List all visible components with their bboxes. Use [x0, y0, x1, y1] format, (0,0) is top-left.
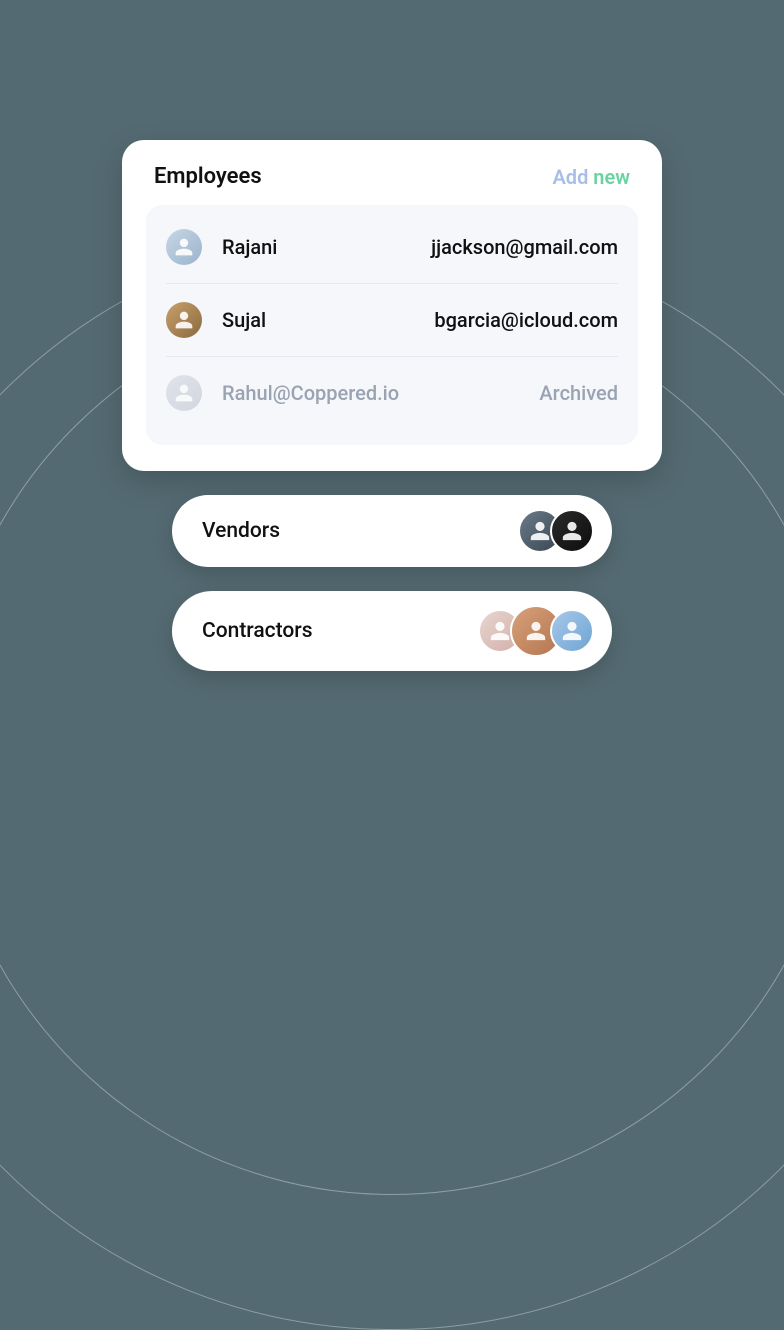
vendors-pill[interactable]: Vendors	[172, 495, 612, 567]
person-icon	[174, 237, 194, 257]
employee-row[interactable]: Sujal bgarcia@icloud.com	[166, 283, 618, 356]
archived-label: Archived	[539, 381, 618, 405]
person-icon	[174, 383, 194, 403]
employees-list: Rajani jjackson@gmail.com Sujal bgarcia@…	[146, 205, 638, 445]
avatar	[550, 609, 594, 653]
vendors-avatars	[518, 509, 594, 553]
avatar	[550, 509, 594, 553]
employees-title: Employees	[154, 164, 262, 189]
employee-name: Rahul@Coppered.io	[222, 381, 399, 405]
add-new-text-2: new	[588, 165, 630, 189]
employee-email: bgarcia@icloud.com	[434, 308, 618, 332]
avatar	[166, 302, 202, 338]
contractors-pill[interactable]: Contractors	[172, 591, 612, 671]
person-icon	[174, 310, 194, 330]
avatar	[166, 229, 202, 265]
employee-name: Rajani	[222, 235, 277, 259]
employees-card: Employees Add new Rajani jjackson@gmail.…	[122, 140, 662, 471]
employees-card-header: Employees Add new	[146, 164, 638, 205]
employee-row[interactable]: Rajani jjackson@gmail.com	[166, 211, 618, 283]
employee-row-archived[interactable]: Rahul@Coppered.io Archived	[166, 356, 618, 429]
avatar	[166, 375, 202, 411]
person-icon	[561, 620, 583, 642]
add-new-button[interactable]: Add new	[552, 165, 630, 189]
contractors-avatars	[478, 605, 594, 657]
person-icon	[561, 520, 583, 542]
person-icon	[489, 620, 511, 642]
employee-email: jjackson@gmail.com	[431, 235, 618, 259]
person-icon	[529, 520, 551, 542]
person-icon	[525, 620, 547, 642]
contractors-title: Contractors	[202, 619, 478, 643]
add-new-text-1: Add	[552, 165, 588, 189]
employee-name: Sujal	[222, 308, 266, 332]
vendors-title: Vendors	[202, 519, 518, 543]
